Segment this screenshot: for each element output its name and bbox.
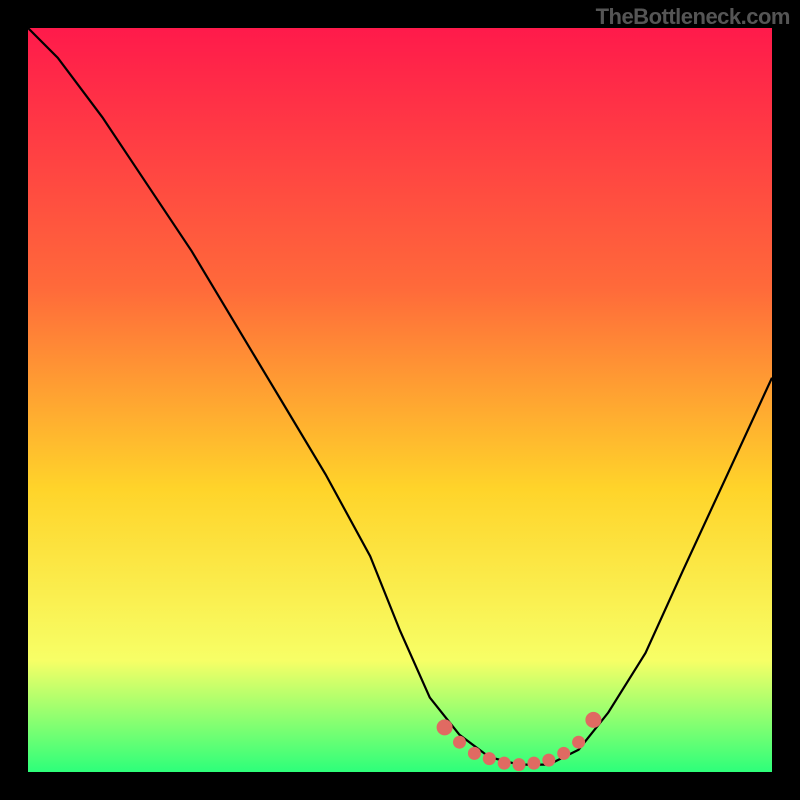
marker-dot xyxy=(437,719,453,735)
marker-dot xyxy=(572,736,585,749)
marker-dot xyxy=(483,752,496,765)
marker-dot xyxy=(498,757,511,770)
plot-area xyxy=(28,28,772,772)
marker-dot xyxy=(557,747,570,760)
chart-svg xyxy=(28,28,772,772)
marker-dot xyxy=(527,757,540,770)
marker-dot xyxy=(585,712,601,728)
marker-dot xyxy=(542,754,555,767)
marker-dot xyxy=(453,736,466,749)
watermark-text: TheBottleneck.com xyxy=(596,4,790,30)
marker-dot xyxy=(513,758,526,771)
chart-frame: TheBottleneck.com xyxy=(0,0,800,800)
marker-dot xyxy=(468,747,481,760)
gradient-background xyxy=(28,28,772,772)
